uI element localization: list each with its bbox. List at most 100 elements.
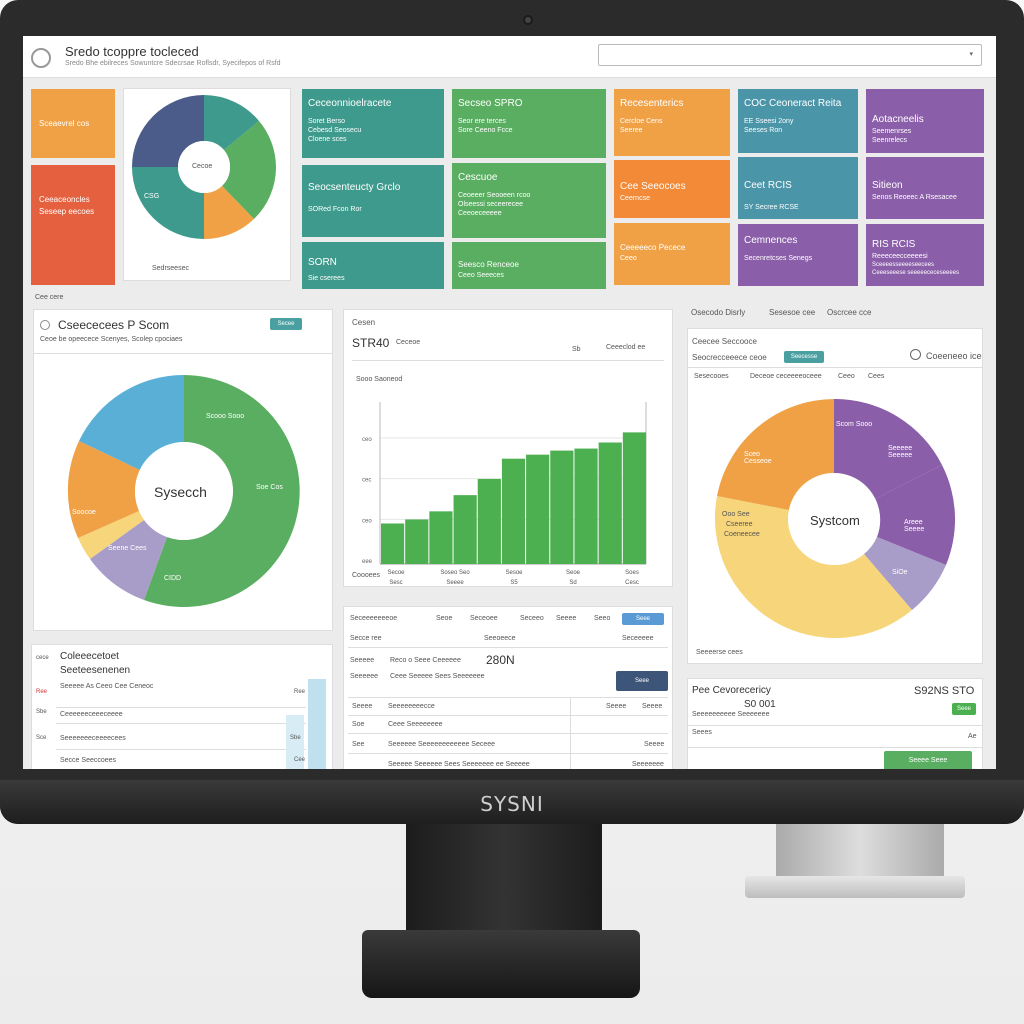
tile-3[interactable]: Recesenterics Cercloe Cens Seeree [614,89,730,156]
divider [56,749,306,750]
y-tick-label: eee [362,559,373,565]
bottom-mid-active-tab[interactable]: Seee [622,613,664,625]
right-tab[interactable]: Oscrcee cce [827,308,871,317]
tile-orange-label: Sceaevrel cos [39,119,90,128]
x-sub-label: Cesc [625,580,639,586]
right-donut-panel: Ceecee Seccooce Seocrecceeece ceoe Seece… [687,328,983,664]
bottom-mid-tab[interactable]: Seoe [436,615,452,622]
bottom-right-badge[interactable]: Seee [952,703,976,715]
app-subtitle: Sredo Bhe ebilreces Sowuntcre Sdecrsae R… [65,60,281,67]
tile-1[interactable]: Ceceonnioelracete Soret Berso Cebesd Seo… [302,89,444,158]
tile-6[interactable]: Seocsenteucty Grclo SORed Fcon Ror [302,165,444,237]
bottom-right-panel: Pee Cevorecericy S92NS STO S0 001 Seeeee… [687,678,983,769]
divider [688,725,982,726]
tile-7-title: Cescuoe [458,172,498,183]
area-bar [501,458,526,564]
tile-15-line: Sceeeesseeeeseecees [872,261,935,268]
area-chart-panel: Cesen STR40 Ceceoe Sb Ceeeclod ee Sooo S… [343,309,673,587]
top-donut-card: Cecoe CSG Sedrseesec [123,88,291,281]
tile-13[interactable]: Ceeeeeco Pecece Ceeo [614,223,730,285]
bottom-left-value: Sbe [290,735,301,741]
right-donut-label: Cseeree [726,521,753,528]
bottom-left-subtitle: Seeteesenenen [60,665,131,676]
tile-9-line: SY Secree RCSE [744,203,799,211]
search-input[interactable]: ▾ [598,44,982,66]
bottom-right-sub-text: Seeeeeeeeee Seeeeeee [692,711,770,718]
cell: Seeeee Seeeeee Sees Seeeeeee ee Seeeee [388,761,530,768]
x-sub-label: Seeee [446,580,464,586]
tile-1-title: Ceceonnioelracete [308,98,392,109]
x-tick-label: Sesoe [505,570,523,576]
right-donut-footer: Seeeerse cees [696,649,743,656]
tile-15[interactable]: RIS RCIS Reeeceecceeeesi Sceeeesseeeesee… [866,224,984,286]
bottom-left-row[interactable]: Seeeeeeeceeeecees [60,735,126,742]
right-donut-label: Areee Seeee [904,519,925,533]
bottom-left-bar [308,679,326,769]
cell: Seeeeeeeecce [388,703,435,710]
bottom-mid-tab[interactable]: Seeo [594,615,610,622]
tile-5[interactable]: Aotacneelis Seemenrses Seenrelecs [866,89,984,153]
bottom-left-row[interactable]: Ceeeeeeceeeceeee [60,711,123,718]
bottom-left-desc: Seeeee As Ceeo Cee Ceneoc [60,683,154,690]
left-donut-chart [67,374,300,607]
logo-icon[interactable] [31,48,51,68]
tile-10[interactable]: Sitieon Senos Reoeec A Rsesacee [866,157,984,219]
right-tab[interactable]: Sesesoe cee [769,308,815,317]
bottom-left-row[interactable]: Secce Seeccoees [60,757,116,764]
bottom-right-button[interactable]: Seeee Seee [884,751,972,769]
area-bar [622,432,646,564]
tile-orange[interactable]: Sceaevrel cos [31,89,115,158]
bottom-mid-col: Seeoeece [484,635,516,642]
tile-3-line: Cercloe Cens [620,117,663,125]
tile-7-line: Ceeoeceeeee [458,210,502,218]
tile-9[interactable]: Ceet RCIS SY Secree RCSE [738,157,858,219]
tile-4[interactable]: COC Ceoneract Reita EE Sseesi 2ony Seese… [738,89,858,153]
tile-6-title: Seocsenteucty Grclo [308,182,401,193]
bottom-mid-tab[interactable]: Seeee [556,615,576,622]
bottom-left-tag: Sbe [36,709,47,715]
area-bar [453,495,477,564]
cell: Seeee [642,703,663,710]
left-donut-panel: Cseececees P Scom Ceoe be opeecece Sceny… [33,309,333,631]
y-tick-label: ceo [362,437,372,443]
tile-2-line: Sore Ceeno Fcce [458,126,513,134]
y-tick-label: ceo [362,518,372,524]
bottom-left-tag: Ree [36,689,48,695]
tile-12-title: Seesco Renceoe [458,260,519,269]
left-donut-label: Seene Cees [108,545,147,552]
bottom-middle-panel: Seceeeeeeeoe Seoe Seceoee Seceeo Seeee S… [343,606,673,769]
right-tab[interactable]: Osecodo Disrly [691,308,745,317]
bottom-mid-tab[interactable]: Seceoee [470,615,498,622]
tile-9-title: Ceet RCIS [744,180,792,191]
divider [348,753,668,754]
tile-2[interactable]: Secseo SPRO Seor ere terces Sore Ceeno F… [452,89,606,158]
cell: See [352,741,365,748]
bottom-mid-tab[interactable]: Seceeeeeeeoe [350,615,397,622]
tile-13-title: Ceeeeeco Pecece [620,243,686,252]
tile-8[interactable]: Cee Seeocoes Ceerncse [614,160,730,218]
right-donut-label: Scom Sooo [836,421,873,428]
tile-15-line: Reeeceecceeeesi [872,252,928,260]
tile-11[interactable]: SORN Sie cserees [302,242,444,289]
bottom-mid-row1-label: Seeeee [350,657,375,664]
bottom-right-row-label: Seees [692,729,712,736]
left-donut-center-label: Sysecch [154,484,207,500]
tile-7[interactable]: Cescuoe Ceoeeer Seooeen rcoo Olseessi se… [452,163,606,238]
background-monitor-stand [776,824,944,880]
x-tick-label: Soseo Seo [440,570,470,576]
cell: Seeee [606,703,627,710]
bottom-mid-col: Seceeeee [622,635,654,642]
tile-14[interactable]: Cemnences Secenretcses Senegs [738,224,858,286]
bottom-mid-row1-amount: 280N [486,653,515,667]
bottom-mid-tab[interactable]: Seceeo [520,615,544,622]
tile-7-line: Ceoeeer Seooeen rcoo [458,191,531,199]
tile-4-line: Seeses Ron [744,126,783,134]
chevron-down-icon[interactable]: ▾ [969,50,973,58]
tile-12[interactable]: Seesco Renceoe Ceeo Seeeces [452,242,606,289]
tile-5-line: Seenrelecs [872,136,908,144]
tile-red[interactable]: Ceeaceoncles Seseep eecoes [31,165,115,285]
area-bar [550,450,574,564]
bottom-mid-button[interactable]: Seee [616,671,668,691]
section-label: Cee cere [35,294,64,301]
divider [348,697,668,698]
